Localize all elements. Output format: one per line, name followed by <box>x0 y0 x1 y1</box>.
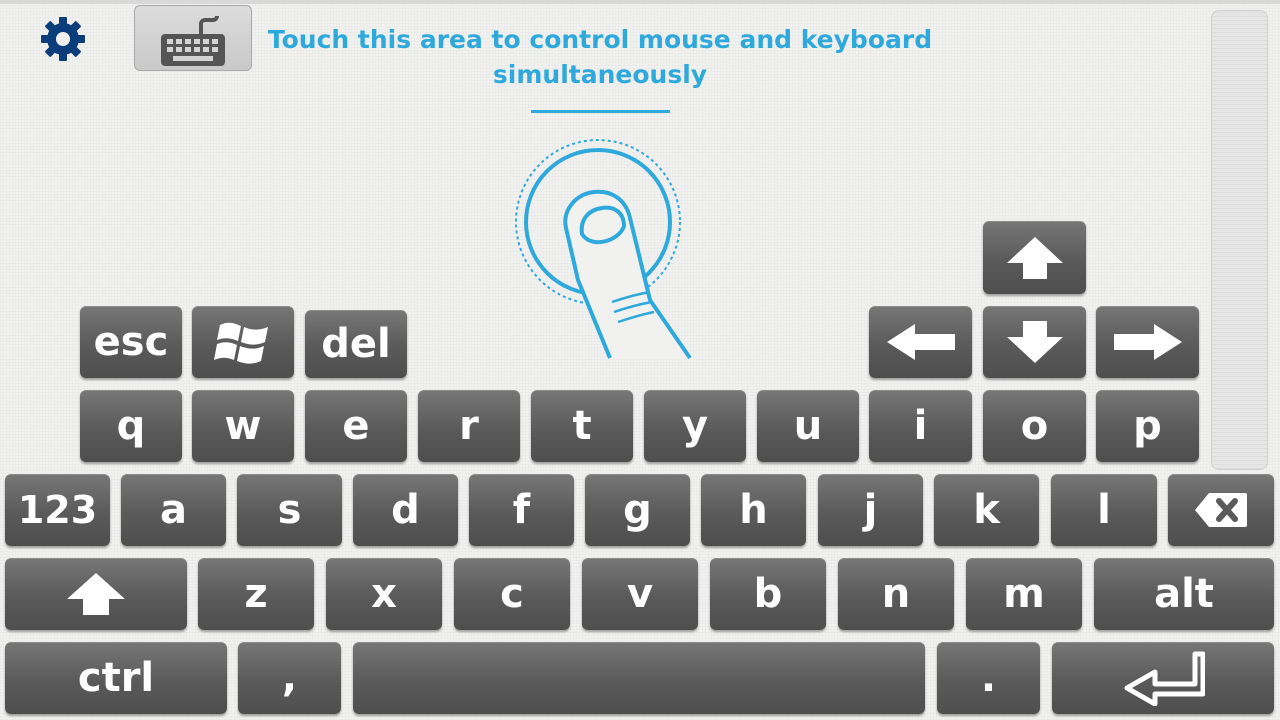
key-c[interactable]: c <box>454 558 570 630</box>
key-windows[interactable] <box>192 306 294 378</box>
key-backspace[interactable] <box>1168 474 1274 546</box>
key-o[interactable]: o <box>983 390 1086 462</box>
arrow-up-icon <box>1006 236 1063 279</box>
key-label: t <box>572 403 592 449</box>
key-label: v <box>626 571 654 617</box>
key-label: l <box>1097 487 1111 533</box>
settings-button[interactable] <box>38 14 88 64</box>
key-n[interactable]: n <box>838 558 954 630</box>
key-label: c <box>500 571 524 617</box>
key-p[interactable]: p <box>1096 390 1199 462</box>
key-label: 123 <box>17 488 98 532</box>
enter-icon <box>1124 651 1205 706</box>
key-alt[interactable]: alt <box>1094 558 1274 630</box>
key-esc[interactable]: esc <box>80 306 182 378</box>
key-label: y <box>681 403 709 449</box>
key-label: p <box>1133 403 1162 449</box>
key-label: o <box>1020 403 1049 449</box>
key-label: k <box>973 487 1000 533</box>
key-label: g <box>623 487 652 533</box>
key-label: i <box>913 403 928 449</box>
windows-logo-icon <box>214 322 268 364</box>
key-label: a <box>160 487 187 533</box>
instruction-underline <box>531 110 670 113</box>
key-g[interactable]: g <box>585 474 690 546</box>
key-j[interactable]: j <box>818 474 923 546</box>
key-label: r <box>459 403 479 449</box>
key-f[interactable]: f <box>469 474 574 546</box>
backspace-icon <box>1195 493 1247 527</box>
key-label: w <box>224 403 262 449</box>
key-label: ctrl <box>77 655 155 701</box>
key-label: b <box>753 571 783 617</box>
key-enter[interactable] <box>1052 642 1274 714</box>
touch-finger-icon <box>515 139 692 360</box>
key-t[interactable]: t <box>531 390 633 462</box>
key-123[interactable]: 123 <box>5 474 110 546</box>
key-label: q <box>116 403 146 449</box>
key-d[interactable]: d <box>353 474 458 546</box>
key-u[interactable]: u <box>757 390 859 462</box>
scroll-strip[interactable] <box>1211 10 1268 470</box>
key-del[interactable]: del <box>305 310 407 378</box>
key-label: n <box>881 571 911 617</box>
key-label: d <box>391 487 420 533</box>
arrow-right-icon <box>1113 324 1182 360</box>
key-l[interactable]: l <box>1051 474 1157 546</box>
key-arrow-right[interactable] <box>1096 306 1199 378</box>
key-label: s <box>277 487 302 533</box>
touch-instruction: Touch this area to control mouse and key… <box>267 25 933 89</box>
key-m[interactable]: m <box>966 558 1082 630</box>
key-arrow-down[interactable] <box>983 306 1086 378</box>
key-y[interactable]: y <box>644 390 746 462</box>
key-label: alt <box>1154 571 1214 617</box>
key-k[interactable]: k <box>934 474 1039 546</box>
key-q[interactable]: q <box>80 390 182 462</box>
key-ctrl[interactable]: ctrl <box>5 642 227 714</box>
key-s[interactable]: s <box>237 474 342 546</box>
key-v[interactable]: v <box>582 558 698 630</box>
key-r[interactable]: r <box>418 390 520 462</box>
key-arrow-up[interactable] <box>983 221 1086 294</box>
key-space[interactable] <box>353 642 925 714</box>
key-esc-label: esc <box>93 319 169 365</box>
keyboard-icon <box>161 15 225 66</box>
gear-icon <box>41 17 85 61</box>
key-i[interactable]: i <box>869 390 972 462</box>
key-period[interactable]: . <box>937 642 1040 714</box>
key-comma[interactable]: , <box>238 642 341 714</box>
keyboard-toggle-tab[interactable] <box>134 5 252 71</box>
key-del-label: del <box>321 321 391 367</box>
key-label: f <box>512 487 531 533</box>
top-border <box>0 0 1280 4</box>
key-label: . <box>980 655 997 701</box>
key-label: z <box>244 571 268 617</box>
key-label: x <box>371 571 397 617</box>
key-label: , <box>281 655 298 701</box>
key-a[interactable]: a <box>121 474 226 546</box>
key-label: h <box>739 487 768 533</box>
key-shift[interactable] <box>5 558 187 630</box>
key-w[interactable]: w <box>192 390 294 462</box>
key-x[interactable]: x <box>326 558 442 630</box>
key-z[interactable]: z <box>198 558 314 630</box>
key-label: j <box>863 487 878 533</box>
arrow-left-icon <box>886 324 955 360</box>
key-e[interactable]: e <box>305 390 407 462</box>
key-b[interactable]: b <box>710 558 826 630</box>
key-label: m <box>1003 571 1045 617</box>
key-label: e <box>342 403 370 449</box>
arrow-down-icon <box>1006 321 1063 363</box>
key-h[interactable]: h <box>701 474 806 546</box>
shift-arrow-icon <box>67 573 125 615</box>
key-label: u <box>793 403 823 449</box>
key-arrow-left[interactable] <box>869 306 972 378</box>
